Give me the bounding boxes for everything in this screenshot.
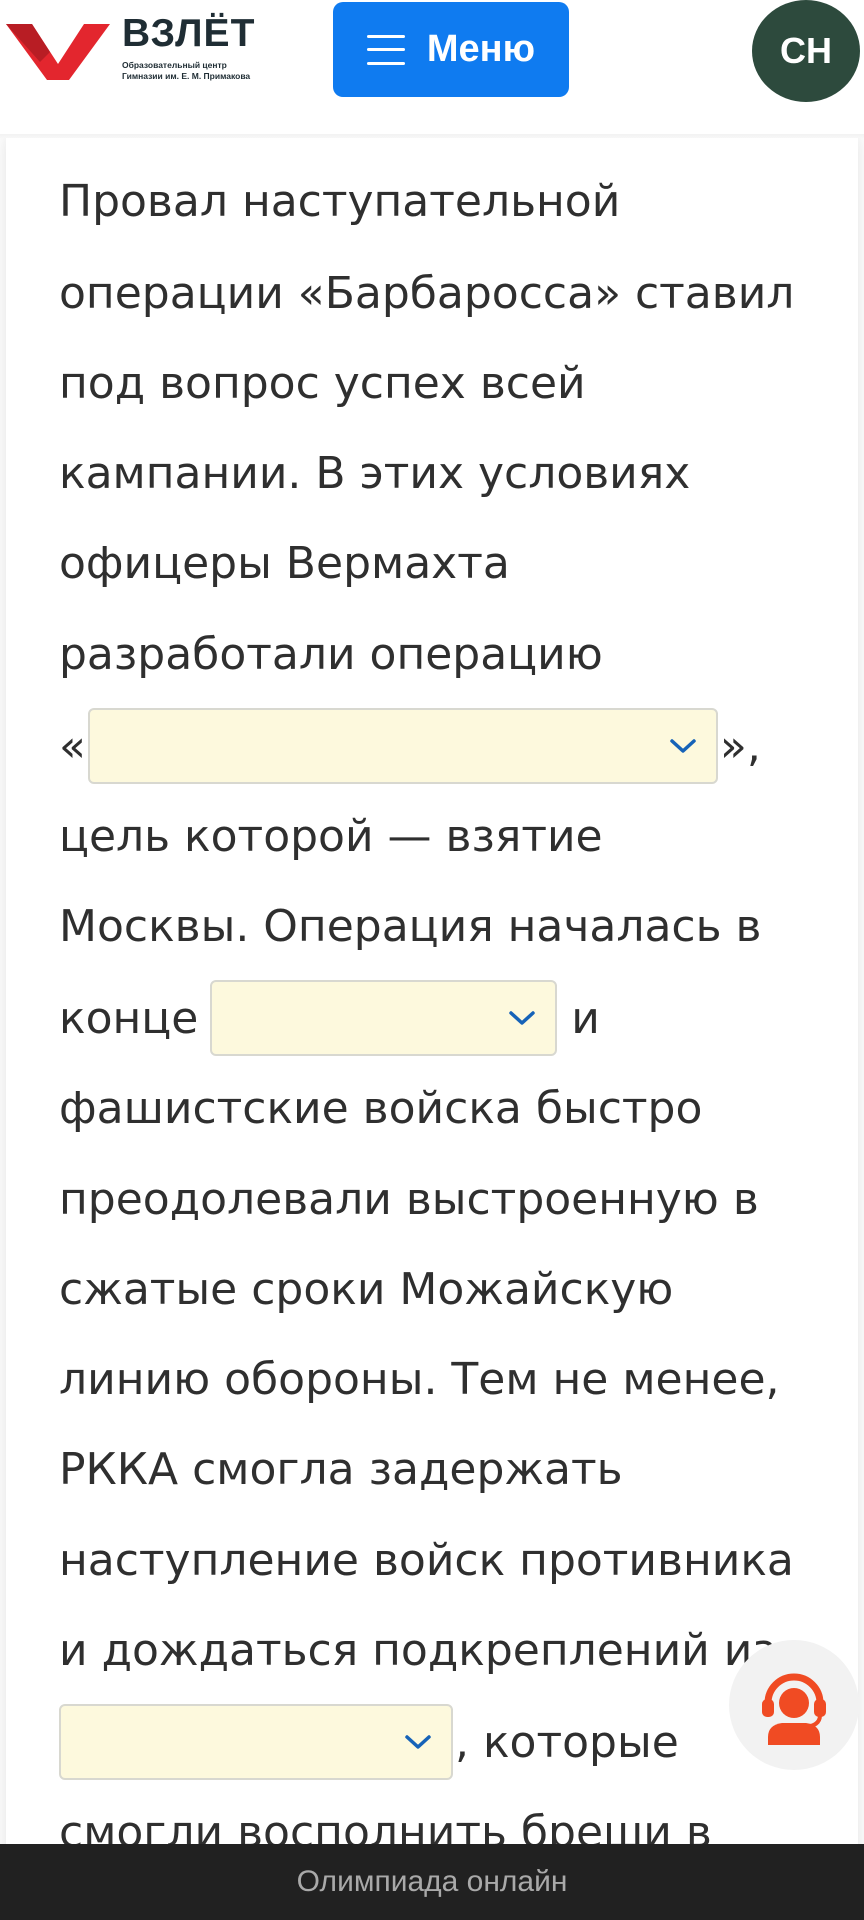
logo-subtitle-line-1: Образовательный центр	[122, 60, 227, 70]
user-avatar[interactable]: CH	[752, 0, 860, 102]
text-line: и дождаться подкреплений из	[59, 1624, 776, 1676]
text-line-with-dropdown: « »,	[59, 708, 761, 784]
text-line-with-dropdown: , которые	[59, 1704, 679, 1780]
text-fragment: конце	[59, 992, 199, 1044]
text-line-with-dropdown: конце и	[59, 980, 600, 1056]
text-line: кампании. В этих условиях	[59, 447, 691, 499]
chevron-down-icon	[670, 739, 696, 753]
logo-title: ВЗЛЁТ	[122, 12, 256, 55]
menu-button-label: Меню	[426, 28, 536, 70]
text-line: фашистские войска быстро	[59, 1082, 703, 1134]
region-dropdown[interactable]	[59, 1704, 453, 1780]
text-fragment: , которые	[455, 1716, 679, 1768]
support-agent-icon	[762, 1673, 826, 1745]
hamburger-icon	[366, 34, 405, 65]
text-line: под вопрос успех всей	[59, 357, 586, 409]
text-line: Провал наступательной	[59, 175, 621, 227]
text-line: офицеры Вермахта	[59, 537, 510, 589]
text-line: цель которой — взятие	[59, 810, 603, 862]
text-line: разработали операцию	[59, 628, 603, 680]
bottom-bar-title: Олимпиада онлайн	[296, 1865, 568, 1898]
vzlet-logo-icon[interactable]	[6, 24, 110, 80]
support-chat-button[interactable]	[729, 1640, 859, 1770]
menu-button[interactable]: Меню	[333, 2, 569, 97]
text-line: линию обороны. Тем не менее,	[59, 1353, 780, 1405]
chevron-down-icon	[405, 1735, 431, 1749]
text-line: операции «Барбаросса» ставил	[59, 267, 795, 319]
operation-name-dropdown[interactable]	[87, 708, 718, 784]
site-header: ВЗЛЁТ Образовательный центр Гимназии им.…	[0, 0, 864, 134]
chevron-down-icon	[509, 1011, 536, 1025]
text-line: Москвы. Операция началась в	[59, 900, 762, 952]
text-line: сжатые сроки Можайскую	[59, 1263, 674, 1315]
text-fragment: и	[571, 992, 600, 1044]
open-quote: «	[59, 720, 86, 772]
text-line: РККА смогла задержать	[59, 1443, 623, 1495]
text-line: преодолевали выстроенную в	[59, 1173, 759, 1225]
month-dropdown[interactable]	[210, 980, 558, 1056]
logo-subtitle: Образовательный центр Гимназии им. Е. М.…	[122, 60, 272, 82]
close-quote: »,	[719, 720, 761, 772]
text-line: наступление войск противника	[59, 1534, 794, 1586]
bottom-bar: Олимпиада онлайн	[0, 1844, 864, 1920]
logo-subtitle-line-2: Гимназии им. Е. М. Примакова	[122, 71, 251, 81]
